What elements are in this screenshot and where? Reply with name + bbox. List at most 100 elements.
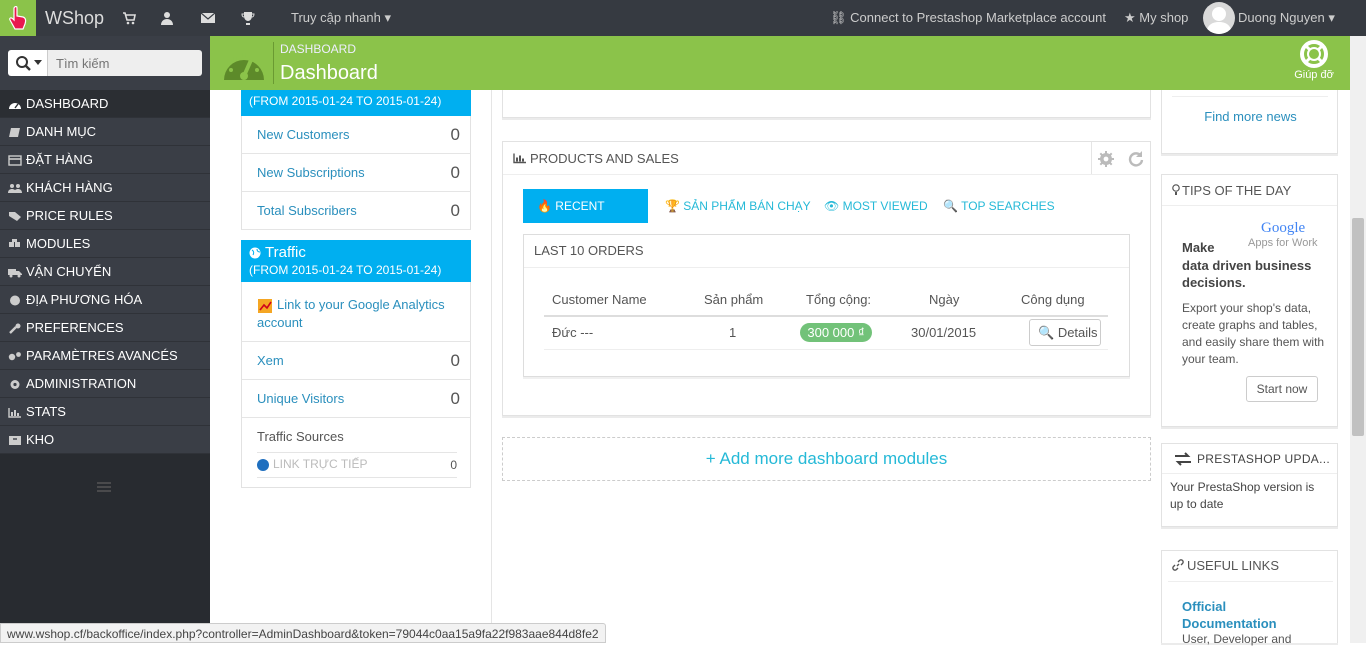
top-navbar: WShop Truy cập nhanh ▾ ⛓ Connect to Pres… bbox=[0, 0, 1366, 36]
status-bar-url: www.wshop.cf/backoffice/index.php?contro… bbox=[0, 623, 606, 643]
sidebar-menu: DASHBOARD DANH MỤC ĐẶT HÀNG KHÁCH HÀNG P… bbox=[0, 90, 210, 454]
official-docs-link[interactable]: Official Documentation bbox=[1182, 598, 1302, 632]
stat-link[interactable]: New Subscriptions bbox=[257, 165, 365, 180]
refresh-icon[interactable] bbox=[1127, 150, 1145, 168]
stat-row: Xem 0 bbox=[241, 342, 471, 380]
orders-title: LAST 10 ORDERS bbox=[534, 243, 644, 258]
useful-links-panel: USEFUL LINKS Official Documentation User… bbox=[1161, 550, 1338, 646]
sidebar-item-advanced-params[interactable]: PARAMÈTRES AVANCÉS bbox=[0, 342, 210, 370]
source-dot-icon bbox=[257, 459, 269, 471]
trophy-icon[interactable] bbox=[241, 11, 255, 25]
bar-chart-icon bbox=[8, 408, 21, 418]
find-more-news-link[interactable]: Find more news bbox=[1162, 109, 1339, 124]
gear-icon[interactable] bbox=[1098, 151, 1114, 167]
details-button[interactable]: 🔍 Details bbox=[1029, 319, 1101, 346]
customers-date-range: (FROM 2015-01-24 TO 2015-01-24) bbox=[249, 94, 442, 108]
page-title: Dashboard bbox=[280, 62, 378, 84]
user-icon[interactable] bbox=[160, 11, 174, 25]
traffic-date-range: (FROM 2015-01-24 TO 2015-01-24) bbox=[249, 263, 442, 277]
sidebar-item-stats[interactable]: STATS bbox=[0, 398, 210, 426]
sidebar-item-customers[interactable]: KHÁCH HÀNG bbox=[0, 174, 210, 202]
tab-recent-orders[interactable]: 🔥 RECENT ORDERS bbox=[523, 189, 648, 247]
stat-value: 0 bbox=[450, 125, 460, 144]
header-divider bbox=[273, 42, 274, 84]
column-header: Tổng cộng: bbox=[806, 292, 872, 307]
stat-link[interactable]: Unique Visitors bbox=[257, 391, 344, 406]
sidebar-item-preferences[interactable]: PREFERENCES bbox=[0, 314, 210, 342]
cart-icon[interactable] bbox=[122, 11, 136, 25]
search-icon: 🔍 bbox=[1038, 325, 1055, 340]
avatar[interactable] bbox=[1203, 2, 1235, 34]
stat-row: Total Subscribers 0 bbox=[241, 192, 471, 230]
sidebar-item-label: MODULES bbox=[26, 236, 91, 251]
sidebar-item-catalog[interactable]: DANH MỤC bbox=[0, 118, 210, 146]
tab-top-searches[interactable]: 🔍 TOP SEARCHES bbox=[943, 189, 1055, 223]
globe-icon bbox=[10, 295, 20, 306]
search-input[interactable] bbox=[48, 50, 202, 76]
sidebar-item-modules[interactable]: MODULES bbox=[0, 230, 210, 258]
lifebuoy-icon bbox=[1300, 40, 1328, 68]
link-icon: ⛓ bbox=[830, 10, 847, 25]
sidebar-item-label: DANH MỤC bbox=[26, 124, 97, 139]
start-now-button[interactable]: Start now bbox=[1246, 376, 1318, 402]
column-divider bbox=[491, 90, 492, 643]
stat-link[interactable]: New Customers bbox=[257, 127, 349, 142]
divider bbox=[524, 267, 1129, 268]
search-type-button[interactable] bbox=[8, 50, 48, 76]
row-divider bbox=[544, 349, 1108, 350]
help-button[interactable]: Giúp đỡ bbox=[1290, 40, 1338, 84]
connect-label: Connect to Prestashop Marketplace accoun… bbox=[850, 10, 1106, 25]
tab-best-sellers[interactable]: 🏆 SẢN PHẨM BÁN CHẠY bbox=[665, 189, 811, 223]
cell-products: 1 bbox=[729, 325, 737, 340]
search-icon bbox=[16, 56, 42, 71]
sidebar-item-shipping[interactable]: VẬN CHUYỂN bbox=[0, 258, 210, 286]
my-shop-link[interactable]: ★ My shop bbox=[1124, 10, 1188, 26]
user-name: Duong Nguyen bbox=[1238, 10, 1325, 25]
analytics-row: Link to your Google Analytics account bbox=[241, 282, 471, 342]
sidebar-item-localization[interactable]: ĐỊA PHƯƠNG HÓA bbox=[0, 286, 210, 314]
caret-down-icon: ▾ bbox=[384, 10, 392, 25]
sidebar-item-price-rules[interactable]: PRICE RULES bbox=[0, 202, 210, 230]
envelope-icon[interactable] bbox=[201, 11, 215, 25]
collapse-menu-icon[interactable] bbox=[97, 482, 111, 492]
lightbulb-icon bbox=[1172, 184, 1180, 195]
useful-links-title: USEFUL LINKS bbox=[1187, 558, 1279, 573]
total-badge: 300 000 ₫ bbox=[800, 323, 872, 342]
connect-marketplace-link[interactable]: ⛓ Connect to Prestashop Marketplace acco… bbox=[830, 10, 1106, 26]
tab-most-viewed[interactable]: 👁 MOST VIEWED bbox=[824, 189, 928, 223]
news-panel: Find more news bbox=[1161, 90, 1338, 154]
sidebar-item-label: ADMINISTRATION bbox=[26, 376, 137, 391]
shop-logo[interactable] bbox=[0, 0, 36, 36]
stat-link[interactable]: Xem bbox=[257, 353, 284, 368]
divider bbox=[1162, 205, 1337, 206]
dashboard-gauge-icon bbox=[224, 53, 264, 80]
update-body: Your PrestaShop version is up to date bbox=[1170, 480, 1315, 511]
tips-body: Export your shop's data, create graphs a… bbox=[1182, 301, 1325, 366]
google-analytics-link[interactable]: Link to your Google Analytics account bbox=[257, 296, 457, 332]
stat-link[interactable]: Total Subscribers bbox=[257, 203, 357, 218]
quick-access-label: Truy cập nhanh bbox=[291, 10, 381, 25]
sidebar-item-label: PREFERENCES bbox=[26, 320, 124, 335]
stat-row: Unique Visitors 0 bbox=[241, 380, 471, 418]
fire-icon: 🔥 bbox=[537, 199, 552, 213]
breadcrumb[interactable]: DASHBOARD bbox=[280, 42, 356, 56]
add-modules-button[interactable]: + Add more dashboard modules bbox=[502, 437, 1151, 481]
scrollbar-thumb[interactable] bbox=[1352, 218, 1364, 436]
divider bbox=[1168, 581, 1333, 582]
sidebar-item-dashboard[interactable]: DASHBOARD bbox=[0, 90, 210, 118]
globe-icon bbox=[249, 247, 261, 259]
sidebar-item-administration[interactable]: ADMINISTRATION bbox=[0, 370, 210, 398]
details-label: Details bbox=[1057, 325, 1098, 340]
brand-name[interactable]: WShop bbox=[45, 8, 104, 29]
sidebar-item-stock[interactable]: KHO bbox=[0, 426, 210, 454]
divider bbox=[1091, 142, 1092, 174]
cell-customer: Đức --- bbox=[552, 325, 594, 340]
user-menu[interactable]: Duong Nguyen ▾ bbox=[1238, 10, 1335, 26]
divider bbox=[1162, 473, 1337, 474]
divider bbox=[1172, 96, 1328, 97]
traffic-sources: Traffic Sources LINK TRỰC TIẾP 0 bbox=[241, 418, 471, 488]
divider bbox=[503, 174, 1150, 175]
truck-icon bbox=[8, 269, 22, 278]
sidebar-item-orders[interactable]: ĐẶT HÀNG bbox=[0, 146, 210, 174]
quick-access-dropdown[interactable]: Truy cập nhanh ▾ bbox=[291, 10, 391, 26]
